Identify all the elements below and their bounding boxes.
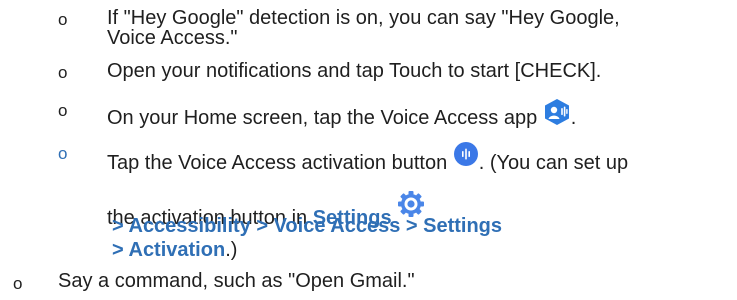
step-hey-google-line1: If "Hey Google" detection is on, you can… xyxy=(107,7,620,29)
step-home-screen-suffix: . xyxy=(570,107,577,129)
step-say-command-text: Say a command, such as "Open Gmail." xyxy=(58,270,415,292)
step-notifications-text: Open your notifications and tap Touch to… xyxy=(107,60,602,82)
step-activation-line1: Tap the Voice Access activation button .… xyxy=(107,141,628,173)
bullet-marker: o xyxy=(58,63,68,82)
settings-path-activation[interactable]: > Activation xyxy=(112,239,225,261)
settings-path-accessibility[interactable]: > Accessibility > Voice Access > Setting… xyxy=(112,216,502,236)
bullet-marker: o xyxy=(58,101,68,120)
step-activation-line1-suffix: . (You can set up xyxy=(478,152,629,174)
bullet-marker: o xyxy=(58,10,68,29)
bullet-marker: o xyxy=(13,274,23,293)
bullet-marker: o xyxy=(58,144,68,163)
step-home-screen-text: On your Home screen, tap the Voice Acces… xyxy=(107,107,538,129)
step-activation-line1-prefix: Tap the Voice Access activation button xyxy=(107,152,448,174)
settings-gear-icon xyxy=(397,190,425,218)
step-hey-google-line2: Voice Access." xyxy=(107,27,238,49)
step-activation-line4: > Activation.) xyxy=(112,240,237,260)
step-home-screen-line: On your Home screen, tap the Voice Acces… xyxy=(107,98,576,128)
voice-access-app-icon xyxy=(543,98,571,126)
activation-button-icon xyxy=(453,141,479,167)
step-activation-line4-suffix: .) xyxy=(225,239,238,261)
